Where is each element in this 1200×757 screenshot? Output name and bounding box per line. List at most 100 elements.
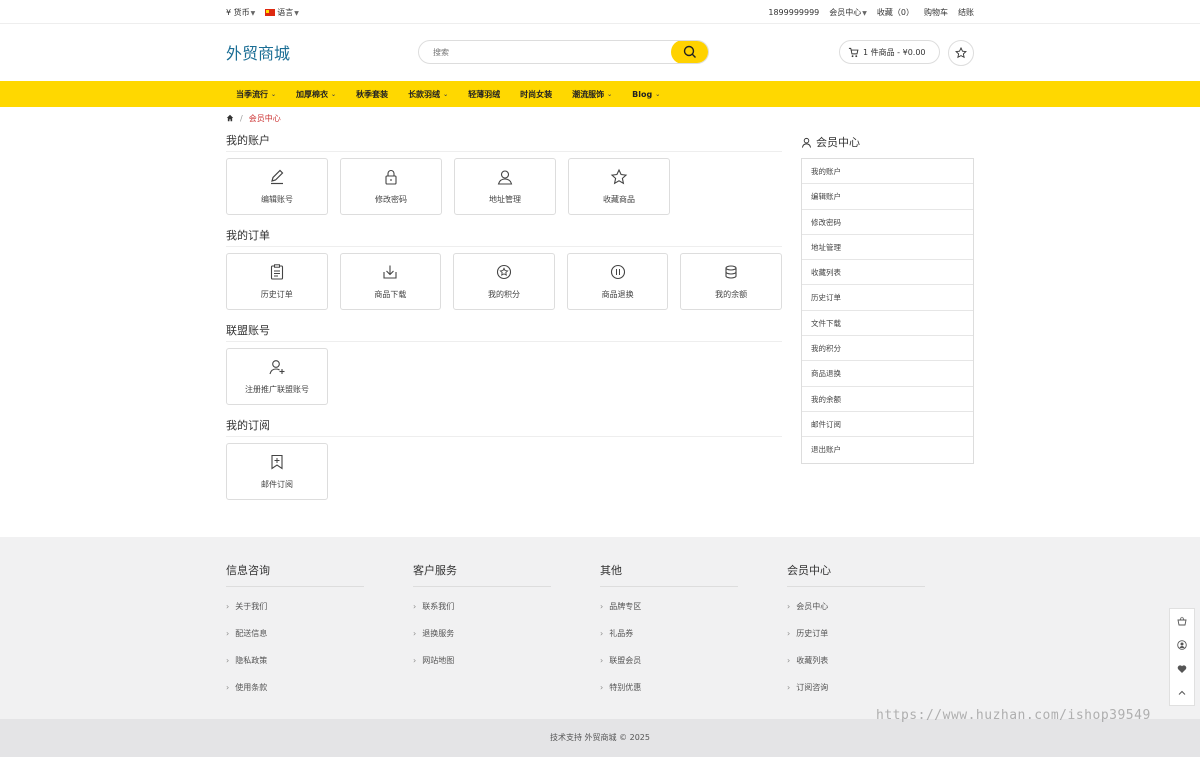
footer-link-label: 配送信息 [235,629,268,638]
location-user-icon [497,170,513,185]
footer-link[interactable]: › 品牌专区 [600,596,787,623]
member-center-label: 会员中心 [829,7,862,17]
chevron-right-icon: › [413,656,417,665]
order-history-tile[interactable]: 历史订单 [226,253,328,310]
nav-item[interactable]: 长款羽绒 ⌄ [398,81,458,107]
footer: 信息咨询 › 关于我们 › 配送信息 › 隐私政策 › 使用条款 客户服务 › 联系我们 › 退换服务 › 网… [0,537,1200,719]
tile-label: 注册推广联盟账号 [245,385,309,394]
tile-label: 修改密码 [375,195,407,204]
nav-item-label: 轻薄羽绒 [468,89,501,99]
chevron-down-icon: ⌄ [443,90,449,98]
account-tiles: 编辑账号 修改密码 地址管理 收藏商品 [226,152,782,224]
search-button[interactable] [671,41,708,63]
search-input[interactable] [419,41,671,63]
sidebar-item[interactable]: 收藏列表 [802,260,973,286]
footer-link[interactable]: › 联系我们 [413,596,600,623]
chevron-right-icon: › [600,629,604,638]
footer-link-label: 联系我们 [422,602,455,611]
sidebar-item[interactable]: 地址管理 [802,235,973,261]
newsletter-tile[interactable]: 邮件订阅 [226,443,328,500]
chevron-right-icon: › [600,602,604,611]
footer-link[interactable]: › 使用条款 [226,677,413,704]
footer-link[interactable]: › 网站地图 [413,650,600,677]
footer-link[interactable]: › 礼品券 [600,623,787,650]
footer-link[interactable]: › 特别优惠 [600,677,787,704]
sidebar-item[interactable]: 历史订单 [802,285,973,311]
language-dropdown[interactable]: 语言▼ [265,7,299,18]
nav-item[interactable]: 潮流服饰 ⌄ [562,81,622,107]
nav-item[interactable]: 轻薄羽绒 [458,81,510,107]
footer-link[interactable]: › 隐私政策 [226,650,413,677]
sidebar-item[interactable]: 退出账户 [802,437,973,462]
wishlist-tile[interactable]: 收藏商品 [568,158,670,215]
sidebar-item[interactable]: 编辑账户 [802,184,973,210]
sidebar-item[interactable]: 我的账户 [802,159,973,185]
edit-account-tile[interactable]: 编辑账号 [226,158,328,215]
cart-link[interactable]: 购物车 [924,7,948,18]
sidebar-item[interactable]: 文件下载 [802,311,973,337]
watermark: https://www.huzhan.com/ishop39549 [876,708,1151,723]
chevron-right-icon: › [226,602,230,611]
change-password-tile[interactable]: 修改密码 [340,158,442,215]
database-icon [725,265,737,279]
cart-float-button[interactable] [1175,614,1189,628]
sidebar-item[interactable]: 商品退换 [802,361,973,387]
footer-link[interactable]: › 历史订单 [787,623,974,650]
search-icon [683,45,696,58]
home-icon[interactable] [226,114,234,122]
footer-link[interactable]: › 联盟会员 [600,650,787,677]
checkout-link[interactable]: 结账 [958,7,974,18]
top-bar: ¥ 货币▼ 语言▼ 1899999999 会员中心▼ 收藏（0） 购物车 结账 [0,0,1200,24]
account-float-button[interactable] [1175,638,1189,652]
star-badge-icon [496,264,512,280]
sidebar-title: 会员中心 [801,133,974,152]
currency-dropdown[interactable]: ¥ 货币▼ [226,7,255,18]
reward-points-tile[interactable]: 我的积分 [453,253,555,310]
nav-item[interactable]: 加厚棉衣 ⌄ [286,81,346,107]
cart-summary-button[interactable]: 1 件商品 - ¥0.00 [839,40,940,64]
tile-label: 编辑账号 [261,195,293,204]
sidebar-item[interactable]: 我的积分 [802,336,973,362]
footer-column: 其他 › 品牌专区 › 礼品券 › 联盟会员 › 特别优惠 [600,562,787,704]
nav-item[interactable]: 当季流行 ⌄ [226,81,286,107]
user-icon [801,137,812,148]
nav-item-label: 时尚女装 [520,89,553,99]
footer-link[interactable]: › 配送信息 [226,623,413,650]
downloads-tile[interactable]: 商品下载 [339,253,442,310]
chevron-up-icon [1178,690,1186,695]
footer-link[interactable]: › 订阅咨询 [787,677,974,704]
nav-item[interactable]: 秋季套装 [346,81,398,107]
star-icon [610,168,628,185]
cart-icon [848,47,859,57]
breadcrumb-current[interactable]: 会员中心 [249,113,281,124]
returns-tile[interactable]: 商品退换 [566,253,669,310]
footer-link-label: 品牌专区 [609,602,642,611]
footer-link[interactable]: › 退换服务 [413,623,600,650]
member-center-link[interactable]: 会员中心▼ [829,7,867,18]
nav-item[interactable]: Blog ⌄ [622,81,670,107]
balance-tile[interactable]: 我的余额 [680,253,782,310]
register-affiliate-tile[interactable]: 注册推广联盟账号 [226,348,328,405]
tile-label: 历史订单 [260,290,293,299]
footer-link-label: 关于我们 [235,602,268,611]
favorites-link[interactable]: 收藏（0） [877,7,914,18]
address-book-tile[interactable]: 地址管理 [454,158,556,215]
wishlist-float-button[interactable] [1175,662,1189,676]
footer-column-title: 信息咨询 [226,562,364,587]
sidebar-item[interactable]: 修改密码 [802,210,973,235]
footer-link[interactable]: › 会员中心 [787,596,974,623]
sidebar-item[interactable]: 我的余额 [802,387,973,412]
tile-label: 地址管理 [489,195,521,204]
wishlist-button[interactable] [948,40,974,66]
footer-link[interactable]: › 收藏列表 [787,650,974,677]
cart-summary-text: 1 件商品 - ¥0.00 [863,47,926,57]
footer-link[interactable]: › 关于我们 [226,596,413,623]
sidebar-item[interactable]: 邮件订阅 [802,412,973,438]
footer-column: 会员中心 › 会员中心 › 历史订单 › 收藏列表 › 订阅咨询 [787,562,974,704]
user-circle-icon [1177,640,1187,650]
tile-label: 我的余额 [715,290,748,299]
back-to-top-button[interactable] [1175,686,1189,700]
nav-item[interactable]: 时尚女装 [510,81,562,107]
section-title-affiliate: 联盟账号 [226,323,782,342]
site-logo[interactable]: 外贸商城 [226,40,290,64]
